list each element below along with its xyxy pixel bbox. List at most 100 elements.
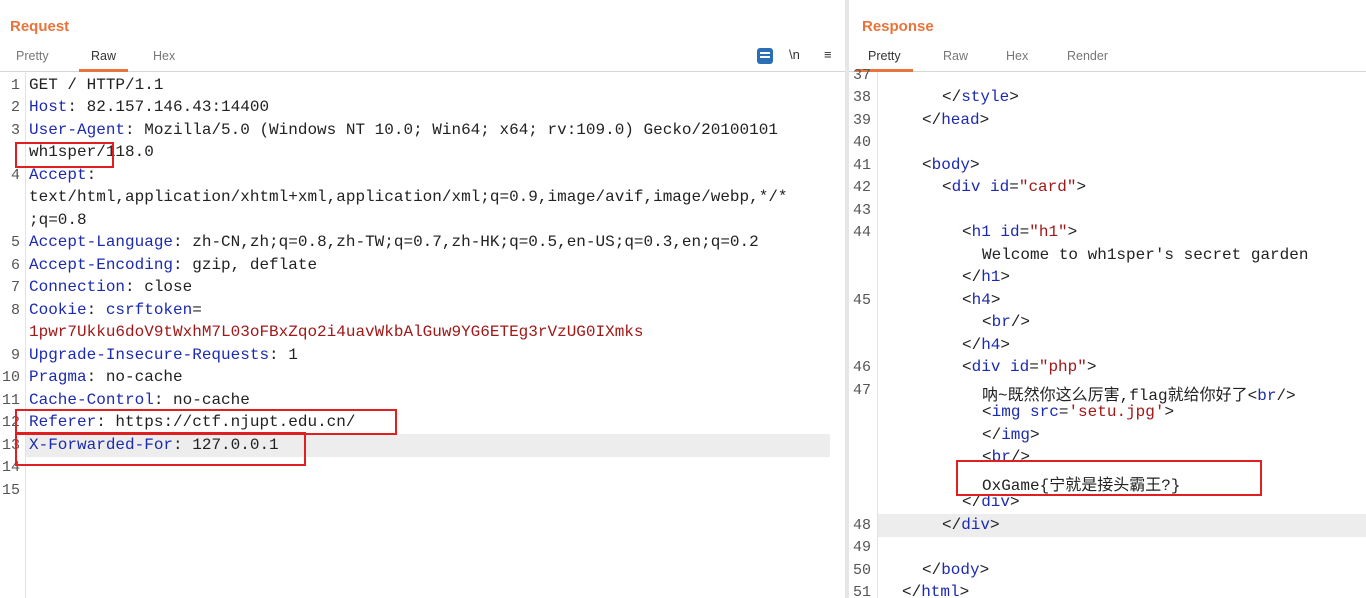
- header-value: zh-CN,zh;q=0.8,zh-TW;q=0.7,zh-HK;q=0.5,e…: [182, 233, 759, 251]
- line-number: 1: [10, 77, 20, 94]
- header-name: Accept-Encoding: [29, 256, 174, 274]
- request-line: Accept-Language: zh-CN,zh;q=0.8,zh-TW;q=…: [29, 233, 759, 251]
- line-number: 8: [10, 302, 20, 319]
- html-tag: h1: [971, 223, 991, 241]
- html-attr-value: 'setu.jpg': [1068, 403, 1165, 421]
- request-tab-raw[interactable]: Raw: [78, 49, 129, 72]
- annotation-box-flag: [956, 460, 1262, 496]
- html-attr: id: [1000, 223, 1020, 241]
- response-tabbar: Pretty Raw Hex Render: [849, 45, 1366, 72]
- html-tag: h1: [981, 268, 1001, 286]
- html-tag: div: [971, 358, 1001, 376]
- menu-icon[interactable]: ≡: [824, 47, 832, 62]
- line-number: 47: [852, 382, 871, 399]
- newline-toggle-icon[interactable]: \n: [789, 47, 800, 62]
- line-number: 41: [852, 157, 871, 174]
- line-number: 4: [10, 167, 20, 184]
- response-editor[interactable]: 37 38 39 40 41 42 43 44 45 46 47 48 49 5…: [849, 67, 1366, 598]
- html-tag: body: [931, 156, 971, 174]
- response-line: <div id="card">: [942, 178, 1087, 196]
- response-line: </img>: [982, 426, 1040, 444]
- html-tag: div: [961, 516, 991, 534]
- line-number: 44: [852, 224, 871, 241]
- html-text: Welcome to wh1sper's secret garden: [982, 246, 1309, 264]
- header-name: Cache-Control: [29, 391, 154, 409]
- request-line-text: GET / HTTP/1.1: [29, 76, 164, 94]
- html-tag: h4: [971, 291, 991, 309]
- response-tab-render[interactable]: Render: [1067, 49, 1108, 63]
- header-value: 82.157.146.43:14400: [77, 98, 270, 116]
- html-attr: id: [990, 178, 1010, 196]
- response-tab-raw[interactable]: Raw: [943, 49, 968, 63]
- header-value: 1: [278, 346, 298, 364]
- text-wrap-icon[interactable]: [757, 48, 773, 64]
- line-number: 39: [852, 112, 871, 129]
- response-line: <h4>: [962, 291, 1001, 309]
- request-line: Cache-Control: no-cache: [29, 391, 250, 409]
- header-name: Cookie: [29, 301, 87, 319]
- response-title: Response: [862, 18, 934, 35]
- response-line: </div>: [942, 516, 1000, 534]
- header-value: no-cache: [96, 368, 183, 386]
- response-line: </h1>: [962, 268, 1011, 286]
- request-line: GET / HTTP/1.1: [29, 76, 163, 94]
- line-number: 11: [1, 392, 20, 409]
- header-name: Accept: [29, 166, 87, 184]
- line-number: 48: [852, 517, 871, 534]
- line-number: 2: [10, 99, 20, 116]
- request-line: User-Agent: Mozilla/5.0 (Windows NT 10.0…: [29, 121, 778, 139]
- request-title: Request: [10, 18, 70, 35]
- html-tag: style: [961, 88, 1010, 106]
- response-line: <div id="php">: [962, 358, 1097, 376]
- request-tab-hex[interactable]: Hex: [153, 49, 175, 63]
- line-number: 40: [852, 134, 871, 151]
- html-tag: img: [1001, 426, 1031, 444]
- line-number: 38: [852, 89, 871, 106]
- response-line: </head>: [922, 111, 990, 129]
- line-number: 50: [852, 562, 871, 579]
- line-number: 46: [852, 359, 871, 376]
- response-line: Welcome to wh1sper's secret garden: [982, 246, 1308, 264]
- header-value: ;q=0.8: [29, 211, 87, 229]
- request-tabbar: Pretty Raw Hex \n ≡: [0, 45, 845, 72]
- cookie-name: csrftoken: [105, 301, 193, 319]
- response-line: 呐~既然你这么厉害,flag就给你好了<br/>: [982, 387, 1296, 405]
- line-number: 5: [10, 234, 20, 251]
- header-value: Mozilla/5.0 (Windows NT 10.0; Win64; x64…: [134, 121, 778, 139]
- header-name: Upgrade-Insecure-Requests: [29, 346, 270, 364]
- response-line: </body>: [922, 561, 990, 579]
- request-pane: Request Pretty Raw Hex \n ≡ 1 2 3 4 5 6 …: [0, 0, 845, 598]
- request-line: Cookie: csrftoken=: [29, 301, 202, 319]
- response-line: <img src='setu.jpg'>: [982, 403, 1175, 421]
- request-editor[interactable]: 1 2 3 4 5 6 7 8 9 10 11 12 13 14 15 GET …: [0, 72, 845, 598]
- html-attr: src: [1030, 403, 1059, 421]
- request-line: Accept:: [29, 166, 97, 184]
- header-value: no-cache: [163, 391, 250, 409]
- line-number: 6: [10, 257, 20, 274]
- request-line: Host: 82.157.146.43:14400: [29, 98, 270, 116]
- request-tab-pretty[interactable]: Pretty: [16, 49, 49, 63]
- header-value: close: [134, 278, 193, 296]
- request-line-wrap: 1pwr7Ukku6doV9tWxhM7L03oFBxZqo2i4uavWkbA…: [29, 323, 644, 341]
- html-attr-value: "h1": [1029, 223, 1068, 241]
- cookie-value: 1pwr7Ukku6doV9tWxhM7L03oFBxZqo2i4uavWkbA…: [29, 323, 644, 341]
- request-line-wrap: ;q=0.8: [29, 211, 87, 229]
- header-value: gzip, deflate: [182, 256, 318, 274]
- html-tag: img: [991, 403, 1021, 421]
- response-tab-pretty[interactable]: Pretty: [856, 49, 913, 72]
- line-number: 37: [852, 67, 871, 84]
- line-number: 45: [852, 292, 871, 309]
- response-tab-hex[interactable]: Hex: [1006, 49, 1028, 63]
- line-number: 51: [852, 584, 871, 598]
- response-line: <h1 id="h1">: [962, 223, 1078, 241]
- response-line: </h4>: [962, 336, 1011, 354]
- html-tag: br: [1257, 387, 1277, 405]
- line-number: 15: [1, 482, 20, 499]
- annotation-box-user-agent: [15, 142, 114, 168]
- html-tag: br: [991, 313, 1011, 331]
- request-line: Accept-Encoding: gzip, deflate: [29, 256, 318, 274]
- request-line: Connection: close: [29, 278, 193, 296]
- line-number: 9: [10, 347, 20, 364]
- response-line: </html>: [902, 583, 969, 598]
- response-line: </style>: [942, 88, 1019, 106]
